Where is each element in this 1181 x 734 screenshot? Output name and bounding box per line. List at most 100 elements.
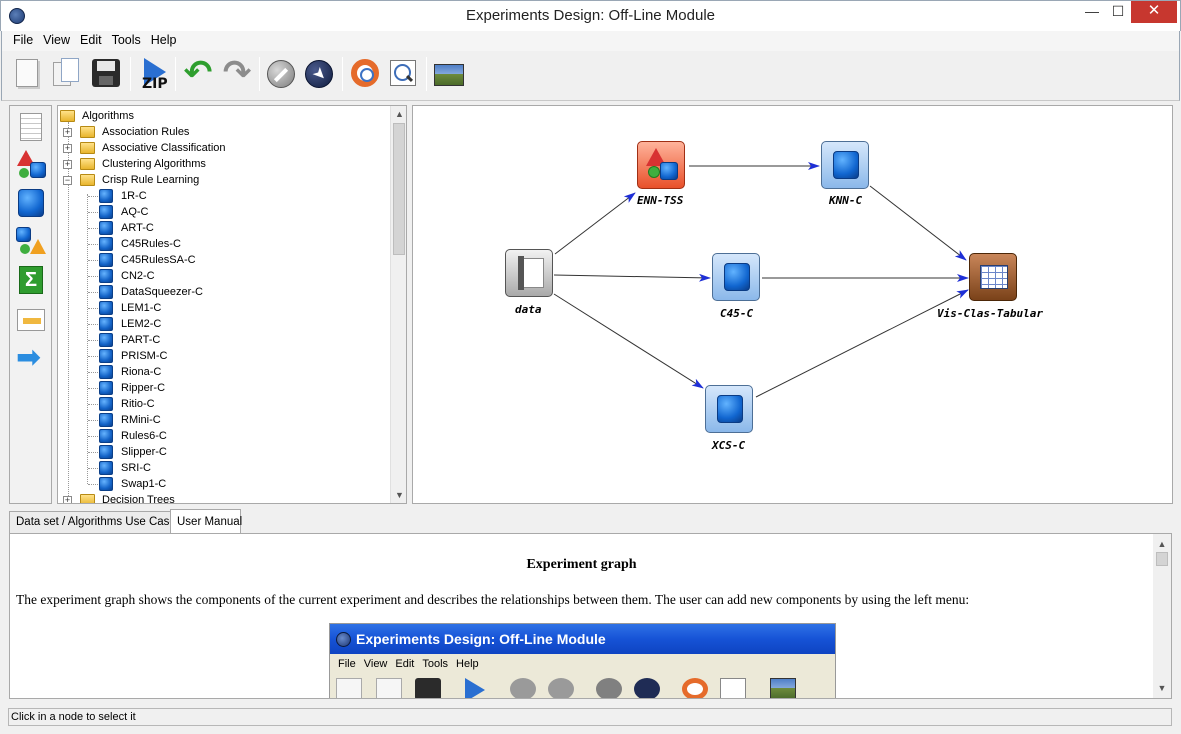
- menu-bar: File View Edit Tools Help: [1, 31, 1180, 51]
- tree-label: C45Rules-C: [121, 238, 181, 250]
- stop-icon: [267, 60, 295, 88]
- tree-label: C45RulesSA-C: [121, 254, 196, 266]
- zoom-button[interactable]: [385, 56, 421, 92]
- palette-dataset-button[interactable]: [16, 112, 46, 142]
- stop-button[interactable]: [263, 56, 299, 92]
- node-xcs-c[interactable]: [705, 385, 753, 433]
- tree-label: Slipper-C: [121, 446, 167, 458]
- cube-icon: [99, 381, 113, 395]
- undo-button[interactable]: ↶: [180, 56, 216, 92]
- cube-icon: [99, 429, 113, 443]
- tree-label: DataSqueezer-C: [121, 286, 203, 298]
- menu-view[interactable]: View: [43, 31, 70, 47]
- redo-button[interactable]: ↷: [219, 56, 255, 92]
- select-button[interactable]: [301, 56, 337, 92]
- cube-icon: [99, 413, 113, 427]
- snapshot-button[interactable]: [431, 56, 467, 92]
- folder-icon: [60, 110, 75, 122]
- palette-preprocess-button[interactable]: [16, 150, 46, 180]
- tree-label: CN2-C: [121, 270, 155, 282]
- tab-user-manual[interactable]: User Manual: [170, 509, 242, 533]
- tree-label: PART-C: [121, 334, 161, 346]
- undo-icon: ↶: [183, 54, 213, 92]
- zip-button[interactable]: ZIP: [138, 56, 174, 92]
- edge-data-c45: [553, 273, 711, 282]
- embedded-toolbar: [330, 674, 835, 698]
- cube-icon: [18, 189, 44, 217]
- manual-scrollbar[interactable]: ▲ ▼: [1153, 534, 1171, 698]
- cube-icon: [99, 397, 113, 411]
- scroll-thumb[interactable]: [393, 123, 405, 255]
- close-button[interactable]: ✕: [1131, 1, 1177, 23]
- sigma-icon: Σ: [19, 266, 43, 294]
- manual-scroll-thumb[interactable]: [1156, 552, 1168, 566]
- expand-icon[interactable]: +: [63, 496, 72, 503]
- cube-icon: [99, 301, 113, 315]
- redo-icon: ↷: [222, 54, 252, 92]
- cube-icon: [99, 285, 113, 299]
- manual-text: The experiment graph shows the component…: [16, 592, 970, 607]
- cursor-icon: [305, 60, 333, 88]
- node-vis-clas-tabular[interactable]: [969, 253, 1017, 301]
- folder-icon: [80, 494, 95, 503]
- node-c45-c[interactable]: [712, 253, 760, 301]
- expand-icon[interactable]: +: [63, 160, 72, 169]
- floppy-icon: [92, 59, 120, 87]
- expand-icon[interactable]: +: [63, 144, 72, 153]
- folder-icon: [80, 126, 95, 138]
- folder-icon: [80, 158, 95, 170]
- tree-scrollbar[interactable]: ▲ ▼: [390, 106, 406, 503]
- experiment-graph[interactable]: ENN-TSS KNN-C data C45-C Vis-Clas-Tabula…: [412, 105, 1173, 504]
- edge-data-enn: [554, 192, 636, 255]
- palette-connect-button[interactable]: ➡: [16, 343, 46, 374]
- palette-method-button[interactable]: [16, 188, 46, 218]
- node-label-c45-c: C45-C: [720, 307, 754, 320]
- cube-icon: [99, 237, 113, 251]
- palette-test-button[interactable]: Σ: [16, 265, 46, 295]
- cube-icon: [99, 253, 113, 267]
- tree-label: Association Rules: [102, 126, 190, 138]
- expand-icon[interactable]: +: [63, 128, 72, 137]
- tree-label: ART-C: [121, 222, 154, 234]
- tree-label: Ritio-C: [121, 398, 155, 410]
- new-document-icon: [16, 59, 38, 87]
- tree-label: Riona-C: [121, 366, 162, 378]
- tree-label: Rules6-C: [121, 430, 167, 442]
- node-label-knn-c: KNN-C: [829, 194, 863, 207]
- cube-icon: [99, 317, 113, 331]
- tree-label: LEM2-C: [121, 318, 162, 330]
- tree-label: Decision Trees: [102, 494, 175, 504]
- maximize-button[interactable]: ☐: [1105, 1, 1131, 23]
- save-button[interactable]: [88, 56, 124, 92]
- node-data[interactable]: [505, 249, 553, 297]
- menu-file[interactable]: File: [13, 31, 33, 47]
- tree-label: Ripper-C: [121, 382, 166, 394]
- image-icon: [434, 64, 464, 86]
- cube-icon: [99, 269, 113, 283]
- help-button[interactable]: [347, 56, 383, 92]
- node-knn-c[interactable]: [821, 141, 869, 189]
- tree-label: SRI-C: [121, 462, 151, 474]
- node-enn-tss[interactable]: [637, 141, 685, 189]
- collapse-icon[interactable]: −: [63, 176, 72, 185]
- zoom-icon: [390, 60, 416, 86]
- scroll-down-arrow[interactable]: ▼: [391, 487, 406, 503]
- menu-help[interactable]: Help: [151, 31, 177, 47]
- cube-icon: [99, 333, 113, 347]
- manual-scroll-down[interactable]: ▼: [1153, 680, 1171, 696]
- tab-use-case[interactable]: Data set / Algorithms Use Case: [9, 511, 176, 533]
- manual-scroll-up[interactable]: ▲: [1153, 536, 1171, 552]
- palette-postprocess-button[interactable]: [16, 227, 46, 257]
- cube-icon: [99, 461, 113, 475]
- palette-visualization-button[interactable]: [16, 305, 46, 335]
- scroll-up-arrow[interactable]: ▲: [391, 106, 406, 122]
- zip-label: ZIP: [142, 76, 168, 92]
- minimize-button[interactable]: —: [1079, 1, 1105, 23]
- new-button[interactable]: [10, 56, 46, 92]
- copy-button[interactable]: [49, 56, 85, 92]
- menu-tools[interactable]: Tools: [112, 31, 141, 47]
- status-bar: Click in a node to select it: [8, 708, 1172, 726]
- menu-edit[interactable]: Edit: [80, 31, 102, 47]
- left-palette: Σ ➡: [9, 105, 52, 504]
- node-label-data: data: [515, 303, 542, 316]
